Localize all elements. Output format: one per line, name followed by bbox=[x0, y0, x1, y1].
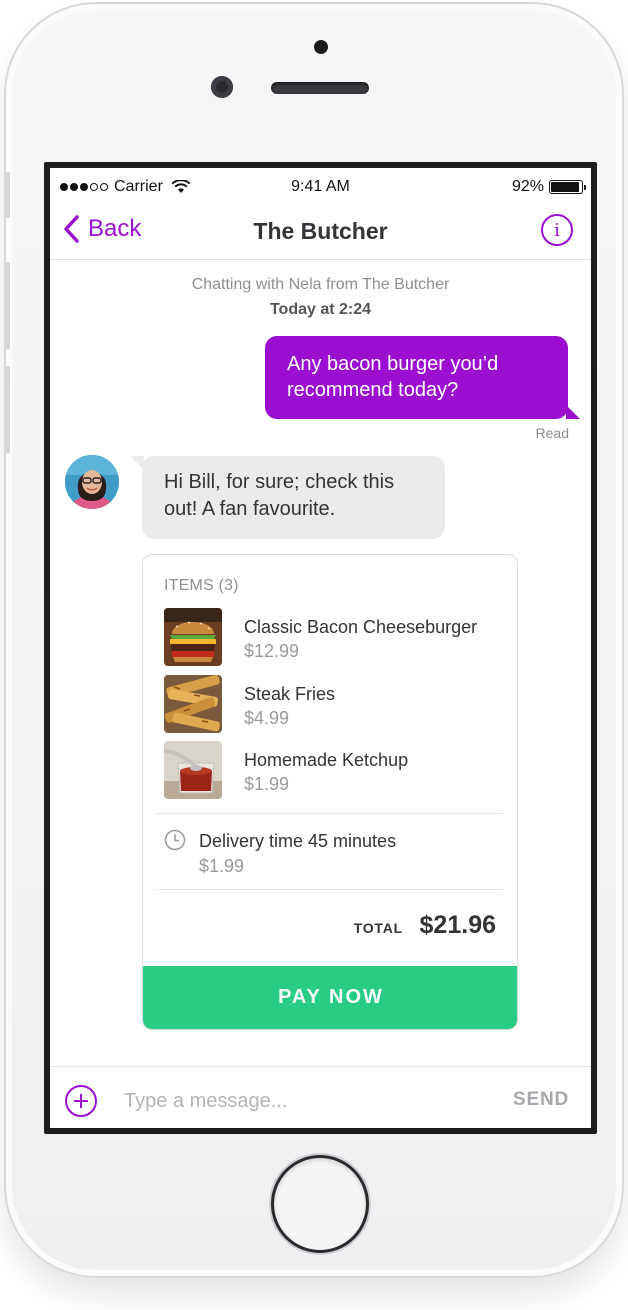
back-button[interactable]: Back bbox=[62, 214, 141, 244]
agent-avatar-image bbox=[65, 455, 119, 509]
avatar[interactable] bbox=[65, 455, 119, 509]
home-button[interactable] bbox=[271, 1155, 369, 1253]
incoming-message-text: Hi Bill, for sure; check this out! A fan… bbox=[164, 471, 395, 520]
divider bbox=[157, 813, 503, 814]
volume-down-button bbox=[6, 366, 10, 454]
earpiece-speaker bbox=[271, 82, 369, 94]
ketchup-image bbox=[164, 741, 222, 799]
screen: Carrier 9:41 AM 92% Back The Butcher i C… bbox=[44, 162, 597, 1134]
item-price: $4.99 bbox=[244, 708, 290, 728]
mute-switch bbox=[6, 172, 10, 218]
item-name: Homemade Ketchup bbox=[244, 750, 409, 770]
item-price: $1.99 bbox=[244, 774, 290, 794]
read-receipt: Read bbox=[535, 425, 569, 441]
status-bar: Carrier 9:41 AM 92% bbox=[50, 168, 591, 202]
item-price: $12.99 bbox=[244, 641, 300, 661]
outgoing-message-bubble: Any bacon burger you’d recommend today? bbox=[265, 336, 580, 419]
proximity-sensor bbox=[314, 40, 328, 54]
total-label: TOTAL bbox=[353, 920, 403, 936]
items-heading: ITEMS (3) bbox=[164, 577, 239, 594]
incoming-message-bubble: Hi Bill, for sure; check this out! A fan… bbox=[130, 456, 445, 539]
front-camera bbox=[211, 76, 233, 98]
burger-image bbox=[164, 608, 222, 666]
order-card: ITEMS (3) Classic Bacon Cheeseburger $12… bbox=[142, 554, 518, 1030]
add-attachment-button[interactable] bbox=[65, 1085, 97, 1117]
message-composer: SEND bbox=[50, 1066, 591, 1128]
delivery-price: $1.99 bbox=[199, 856, 245, 876]
order-item[interactable]: Classic Bacon Cheeseburger $12.99 bbox=[164, 608, 504, 666]
item-name: Steak Fries bbox=[244, 684, 336, 704]
total-value: $21.96 bbox=[419, 911, 496, 939]
fries-image bbox=[164, 675, 222, 733]
status-right: 92% bbox=[511, 178, 586, 196]
back-label: Back bbox=[88, 215, 142, 242]
navigation-bar: Back The Butcher i bbox=[50, 202, 591, 260]
send-button[interactable]: SEND bbox=[513, 1089, 569, 1111]
battery-icon bbox=[549, 180, 586, 194]
divider bbox=[157, 889, 503, 890]
order-item[interactable]: Homemade Ketchup $1.99 bbox=[164, 741, 504, 799]
pay-now-button[interactable]: PAY NOW bbox=[143, 966, 517, 1029]
info-button[interactable]: i bbox=[541, 214, 573, 246]
chat-context: Chatting with Nela from The Butcher bbox=[191, 276, 450, 293]
item-name: Classic Bacon Cheeseburger bbox=[244, 617, 478, 637]
order-item[interactable]: Steak Fries $4.99 bbox=[164, 675, 504, 733]
delivery-time: Delivery time 45 minutes bbox=[199, 831, 397, 851]
volume-up-button bbox=[6, 262, 10, 350]
battery-percent: 92% bbox=[511, 178, 544, 195]
message-input[interactable] bbox=[124, 1085, 484, 1117]
chevron-left-icon bbox=[64, 215, 79, 243]
info-icon: i bbox=[554, 219, 560, 241]
outgoing-message-text: Any bacon burger you’d recommend today? bbox=[287, 353, 499, 401]
chat-timestamp: Today at 2:24 bbox=[269, 301, 372, 318]
clock-icon bbox=[164, 829, 186, 851]
phone-frame: Carrier 9:41 AM 92% Back The Butcher i C… bbox=[4, 2, 624, 1278]
status-time: 9:41 AM bbox=[291, 178, 350, 195]
